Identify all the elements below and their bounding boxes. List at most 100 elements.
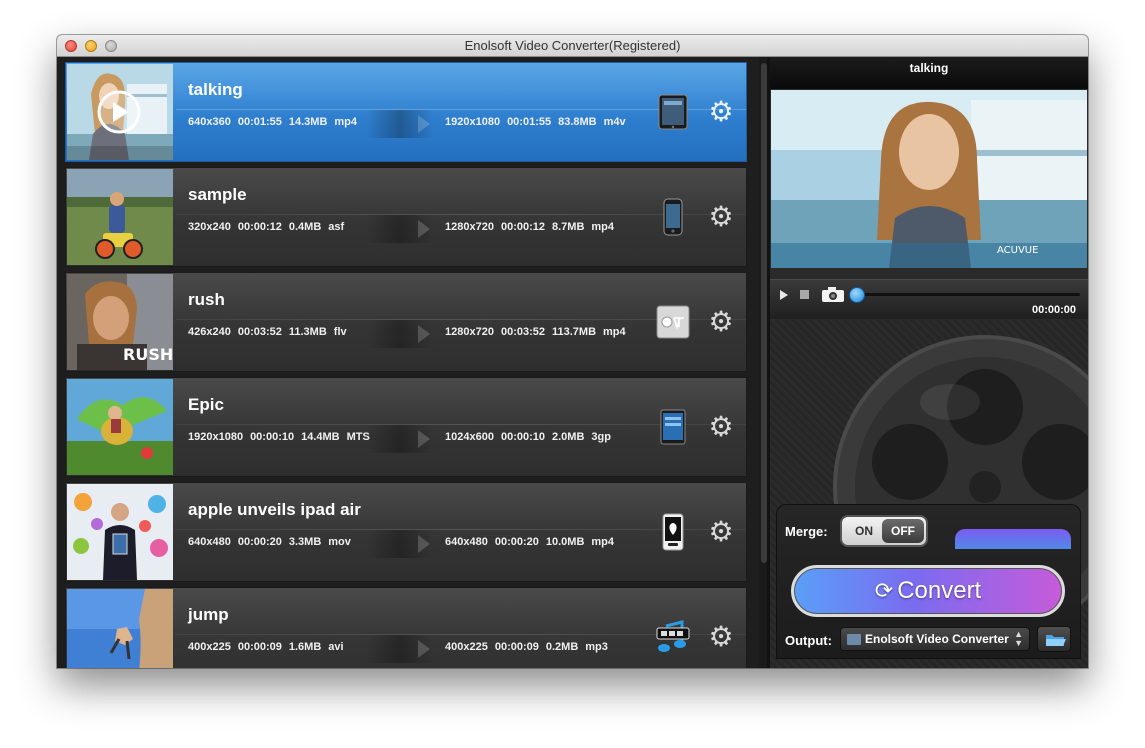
thumbnail-apple-unveils-ipad-air — [67, 484, 173, 580]
merge-tab-decoration — [955, 529, 1071, 549]
window-title: Enolsoft Video Converter(Registered) — [464, 38, 681, 53]
output-info: 640x480 00:00:20 10.0MB mp4 — [445, 536, 621, 548]
mp3-icon[interactable] — [656, 618, 690, 656]
source-format: avi — [328, 641, 344, 653]
output-size: 113.7MB — [552, 326, 597, 338]
conversion-arrow-icon — [418, 325, 430, 343]
thumbnail-rush: RUSH — [67, 274, 173, 370]
thumbnail-sample — [67, 169, 173, 265]
settings-gear-icon[interactable]: ⚙ — [706, 517, 736, 547]
source-duration: 00:00:10 — [250, 431, 295, 443]
source-size: 1.6MB — [288, 641, 322, 653]
source-duration: 00:00:12 — [237, 221, 282, 233]
right-panel: talking ACUVUE 00:00:00 Merge: ON OFF ⟳ … — [770, 57, 1088, 668]
video-thumbnail-image — [67, 64, 173, 160]
snapshot-camera-icon[interactable] — [822, 287, 844, 302]
file-name: sample — [188, 185, 247, 204]
merge-off-label: OFF — [882, 519, 924, 543]
file-name: Epic — [188, 395, 224, 414]
output-duration: 00:01:55 — [507, 116, 552, 128]
settings-gear-icon[interactable]: ⚙ — [706, 97, 736, 127]
settings-gear-icon[interactable]: ⚙ — [706, 202, 736, 232]
merge-label: Merge: — [785, 524, 828, 539]
source-info: 320x240 00:00:12 0.4MB asf — [188, 221, 351, 233]
source-resolution: 640x360 — [188, 116, 231, 128]
output-info: 1920x1080 00:01:55 83.8MB m4v — [445, 116, 633, 128]
preview-brand-overlay: ACUVUE — [997, 245, 1038, 256]
file-row-apple-unveils-ipad-air[interactable]: apple unveils ipad air 640x480 00:00:20 3.… — [65, 482, 747, 582]
merge-toggle[interactable]: ON OFF — [840, 515, 928, 547]
play-icon[interactable] — [780, 290, 788, 300]
seek-track[interactable] — [858, 293, 1080, 296]
output-duration: 00:00:12 — [500, 221, 545, 233]
output-folder-select[interactable]: Enolsoft Video Converter ▲ ▼ — [840, 627, 1030, 651]
video-thumbnail-image — [67, 169, 173, 265]
source-duration: 00:00:20 — [237, 536, 282, 548]
preview-frame-image: ACUVUE — [771, 90, 1087, 268]
source-format: asf — [328, 221, 345, 233]
source-size: 3.3MB — [288, 536, 322, 548]
seek-slider-knob[interactable] — [849, 287, 865, 303]
output-resolution: 1280x720 — [445, 221, 494, 233]
output-info: 400x225 00:00:09 0.2MB mp3 — [445, 641, 615, 653]
file-row-sample[interactable]: sample 320x240 00:00:12 0.4MB asf 1280x720 0… — [65, 167, 747, 267]
source-resolution: 426x240 — [188, 326, 231, 338]
settings-gear-icon[interactable]: ⚙ — [706, 307, 736, 337]
convert-button[interactable]: ⟳ Convert — [791, 565, 1065, 617]
source-format: flv — [333, 326, 347, 338]
conversion-arrow-icon — [418, 220, 430, 238]
thumb-title-rush: RUSH — [123, 345, 173, 364]
thumbnail-epic — [67, 379, 173, 475]
apple-tv-icon[interactable] — [656, 303, 690, 341]
output-resolution: 1280x720 — [445, 326, 494, 338]
merge-on-label: ON — [855, 524, 873, 538]
source-info: 426x240 00:03:52 11.3MB flv — [188, 326, 354, 338]
source-format: mov — [328, 536, 351, 548]
output-resolution: 1024x600 — [445, 431, 494, 443]
file-row-rush[interactable]: RUSH rush 426x240 00:03:52 11.3MB flv 1280x… — [65, 272, 747, 372]
playback-time: 00:00:00 — [1031, 304, 1076, 316]
output-duration: 00:00:20 — [494, 536, 539, 548]
source-size: 11.3MB — [288, 326, 327, 338]
source-resolution: 640x480 — [188, 536, 231, 548]
video-thumbnail-image — [67, 379, 173, 475]
ipod-icon[interactable] — [656, 513, 690, 551]
settings-gear-icon[interactable]: ⚙ — [706, 622, 736, 652]
open-folder-icon — [1046, 635, 1066, 646]
tablet-icon[interactable] — [656, 408, 690, 446]
output-format: m4v — [603, 116, 626, 128]
output-resolution: 400x225 — [445, 641, 488, 653]
output-format: mp4 — [591, 536, 615, 548]
thumbnail-talking — [67, 64, 173, 160]
output-size: 0.2MB — [545, 641, 579, 653]
file-row-jump[interactable]: jump 400x225 00:00:09 1.6MB avi 400x225 00:0… — [65, 587, 747, 668]
output-size: 2.0MB — [552, 431, 585, 443]
file-row-talking[interactable]: talking 640x360 00:01:55 14.3MB mp4 1920x10… — [65, 62, 747, 162]
output-resolution: 1920x1080 — [445, 116, 501, 128]
source-format: mp4 — [334, 116, 358, 128]
source-size: 14.4MB — [301, 431, 340, 443]
file-name: apple unveils ipad air — [188, 500, 361, 519]
file-row-epic[interactable]: Epic 1920x1080 00:00:10 14.4MB MTS 1024x600… — [65, 377, 747, 477]
file-name: talking — [188, 80, 243, 99]
convert-label: Convert — [897, 577, 982, 604]
source-info: 640x360 00:01:55 14.3MB mp4 — [188, 116, 364, 128]
conversion-arrow-icon — [418, 430, 430, 448]
output-label: Output: — [785, 633, 832, 648]
stop-icon[interactable] — [800, 290, 809, 299]
ipad-icon[interactable] — [656, 93, 690, 131]
output-format: 3gp — [591, 431, 611, 443]
source-info: 640x480 00:00:20 3.3MB mov — [188, 536, 358, 548]
source-info: 1920x1080 00:00:10 14.4MB MTS — [188, 431, 377, 443]
iphone-icon[interactable] — [656, 198, 690, 236]
source-size: 0.4MB — [288, 221, 322, 233]
video-thumbnail-image — [67, 484, 173, 580]
output-size: 10.0MB — [545, 536, 585, 548]
source-info: 400x225 00:00:09 1.6MB avi — [188, 641, 351, 653]
preview-video: ACUVUE — [771, 90, 1087, 268]
folder-icon — [847, 634, 861, 645]
settings-gear-icon[interactable]: ⚙ — [706, 412, 736, 442]
output-format: mp4 — [591, 221, 615, 233]
source-size: 14.3MB — [288, 116, 328, 128]
open-folder-button[interactable] — [1037, 626, 1071, 652]
